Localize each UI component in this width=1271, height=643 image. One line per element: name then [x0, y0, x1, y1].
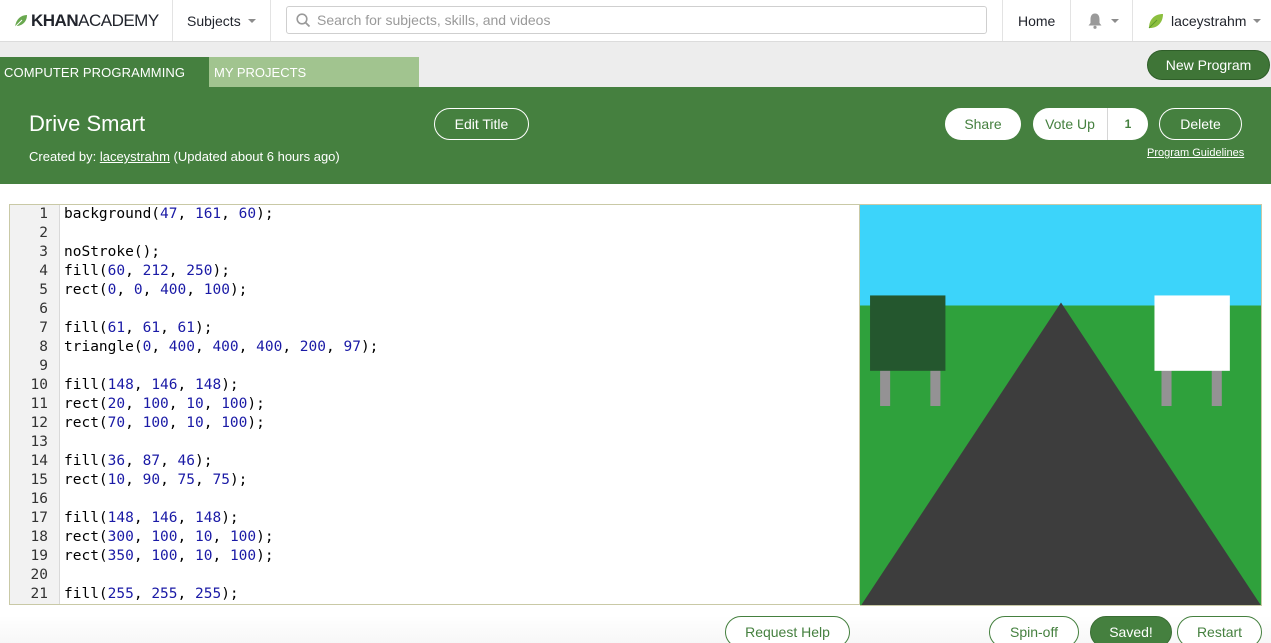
leaf-logo-icon: [14, 14, 27, 27]
code-text: fill(61, 61, 61);: [64, 320, 213, 336]
top-nav: KHANACADEMY Subjects Home laceystrahm: [0, 0, 1271, 42]
search-icon: [296, 12, 311, 27]
code-text: noStroke();: [64, 244, 161, 260]
nav-divider: [270, 0, 271, 41]
nav-divider: [172, 0, 173, 41]
breadcrumb-bar: COMPUTER PROGRAMMING MY PROJECTS New Pro…: [0, 42, 1271, 87]
logo-text-light: ACADEMY: [78, 10, 159, 30]
subjects-dropdown[interactable]: Subjects: [187, 0, 256, 41]
line-number: 21: [30, 586, 48, 602]
vote-count: 1: [1124, 117, 1132, 131]
bell-icon: [1088, 13, 1102, 29]
line-number: 6: [39, 301, 48, 317]
line-number: 8: [39, 339, 48, 355]
code-text: rect(0, 0, 400, 100);: [64, 282, 248, 298]
line-number: 13: [30, 434, 48, 450]
chevron-down-icon: [1111, 18, 1119, 23]
saved-button[interactable]: Saved!: [1090, 616, 1172, 643]
share-button[interactable]: Share: [945, 108, 1021, 140]
code-text: rect(10, 90, 75, 75);: [64, 472, 248, 488]
created-prefix: Created by:: [29, 149, 100, 164]
khan-academy-logo[interactable]: KHAN ACADEMY: [14, 0, 164, 41]
code-text: triangle(0, 400, 400, 400, 200, 97);: [64, 339, 379, 355]
restart-button[interactable]: Restart: [1177, 616, 1262, 643]
leaf-avatar-icon: [1148, 13, 1163, 28]
line-number: 1: [39, 206, 48, 222]
line-number: 2: [39, 225, 48, 241]
chevron-down-icon: [1253, 18, 1262, 23]
line-number: 15: [30, 472, 48, 488]
created-by: Created by: laceystrahm (Updated about 6…: [29, 149, 340, 164]
nav-divider: [1070, 0, 1071, 41]
program-guidelines-link[interactable]: Program Guidelines: [1147, 147, 1244, 159]
bottom-bar: [0, 616, 1271, 643]
code-text: fill(148, 146, 148);: [64, 377, 239, 393]
search-box[interactable]: [286, 6, 987, 34]
code-text: fill(148, 146, 148);: [64, 510, 239, 526]
line-number: 20: [30, 567, 48, 583]
canvas-green-sign: [870, 295, 946, 371]
line-number: 5: [39, 282, 48, 298]
line-number: 14: [30, 453, 48, 469]
author-link[interactable]: laceystrahm: [100, 149, 170, 164]
line-number: 10: [30, 377, 48, 393]
vote-up-button[interactable]: Vote Up 1: [1033, 108, 1148, 140]
line-number: 7: [39, 320, 48, 336]
line-number: 19: [30, 548, 48, 564]
spin-off-button[interactable]: Spin-off: [989, 616, 1079, 643]
code-text: rect(70, 100, 10, 100);: [64, 415, 265, 431]
username: laceystrahm: [1171, 12, 1247, 29]
nav-divider: [1002, 0, 1003, 41]
subjects-label: Subjects: [187, 12, 241, 29]
edit-title-button[interactable]: Edit Title: [434, 108, 529, 140]
line-number: 12: [30, 415, 48, 431]
line-number: 4: [39, 263, 48, 279]
line-number: 16: [30, 491, 48, 507]
program-title: Drive Smart: [29, 111, 146, 136]
chevron-down-icon: [247, 18, 256, 23]
line-number: 9: [39, 358, 48, 374]
code-text: background(47, 161, 60);: [64, 206, 274, 222]
new-program-button[interactable]: New Program: [1147, 50, 1270, 80]
code-text: rect(20, 100, 10, 100);: [64, 396, 265, 412]
breadcrumb-my-projects[interactable]: MY PROJECTS: [209, 57, 419, 87]
breadcrumb-computer-programming[interactable]: COMPUTER PROGRAMMING: [0, 57, 209, 87]
notifications-button[interactable]: [1086, 0, 1119, 41]
line-number: 11: [30, 396, 48, 412]
request-help-button[interactable]: Request Help: [725, 616, 850, 643]
code-text: rect(300, 100, 10, 100);: [64, 529, 274, 545]
code-text: fill(36, 87, 46);: [64, 453, 213, 469]
code-editor[interactable]: 1 background(47, 161, 60); 2 3 noStroke(); 4 f…: [9, 204, 860, 605]
user-menu[interactable]: laceystrahm: [1147, 0, 1262, 41]
code-text: rect(350, 100, 10, 100);: [64, 548, 274, 564]
delete-button[interactable]: Delete: [1159, 108, 1242, 140]
canvas-sky: [860, 205, 1261, 306]
code-text: fill(60, 212, 250);: [64, 263, 230, 279]
output-canvas[interactable]: [860, 204, 1262, 606]
nav-divider: [1132, 0, 1133, 41]
home-link[interactable]: Home: [1018, 0, 1055, 41]
updated-text: (Updated about 6 hours ago): [169, 149, 340, 164]
vote-up-label: Vote Up: [1033, 108, 1108, 140]
canvas-drawing: [860, 205, 1261, 605]
code-text: fill(255, 255, 255);: [64, 586, 239, 602]
logo-text-bold: KHAN: [31, 10, 79, 30]
line-number: 18: [30, 529, 48, 545]
line-number: 3: [39, 244, 48, 260]
canvas-white-sign: [1154, 295, 1230, 371]
line-number: 17: [30, 510, 48, 526]
program-header: Drive Smart Created by: laceystrahm (Upd…: [0, 87, 1271, 184]
search-input[interactable]: [317, 12, 957, 28]
